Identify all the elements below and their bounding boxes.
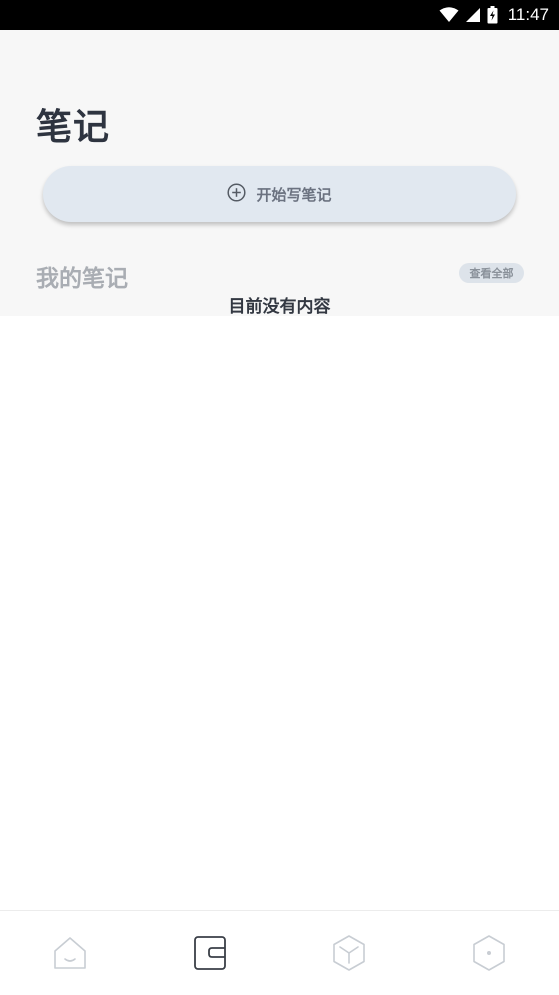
- start-writing-note-button[interactable]: 开始写笔记: [43, 166, 516, 222]
- page-title: 笔记: [36, 107, 111, 148]
- start-writing-note-label: 开始写笔记: [256, 185, 332, 204]
- status-bar: 11:47: [0, 0, 559, 30]
- view-all-button[interactable]: 查看全部: [459, 263, 524, 283]
- status-time: 11:47: [507, 5, 549, 24]
- hexagon-dot-icon: [471, 934, 507, 972]
- notes-header-area: 笔记 开始写笔记 我的笔记 查看全部 目前没有内容: [0, 30, 559, 317]
- notebook-icon: [193, 935, 227, 971]
- nav-item-cube[interactable]: [280, 911, 420, 995]
- nav-item-home[interactable]: [0, 911, 140, 995]
- bottom-nav: [0, 910, 559, 995]
- nav-item-notes[interactable]: [140, 911, 280, 995]
- nav-item-profile[interactable]: [419, 911, 559, 995]
- notes-screen: 11:47 笔记 开始写笔记 我的笔记 查看全部 目前没有内容: [0, 0, 559, 995]
- battery-charging-icon: [487, 6, 498, 24]
- empty-state-text: 目前没有内容: [228, 297, 331, 317]
- home-icon: [52, 935, 88, 971]
- cube-icon: [331, 934, 367, 972]
- cell-signal-icon: [465, 7, 481, 23]
- plus-circle-icon: [227, 182, 247, 206]
- wifi-icon: [439, 7, 459, 23]
- my-notes-title: 我的笔记: [36, 266, 128, 292]
